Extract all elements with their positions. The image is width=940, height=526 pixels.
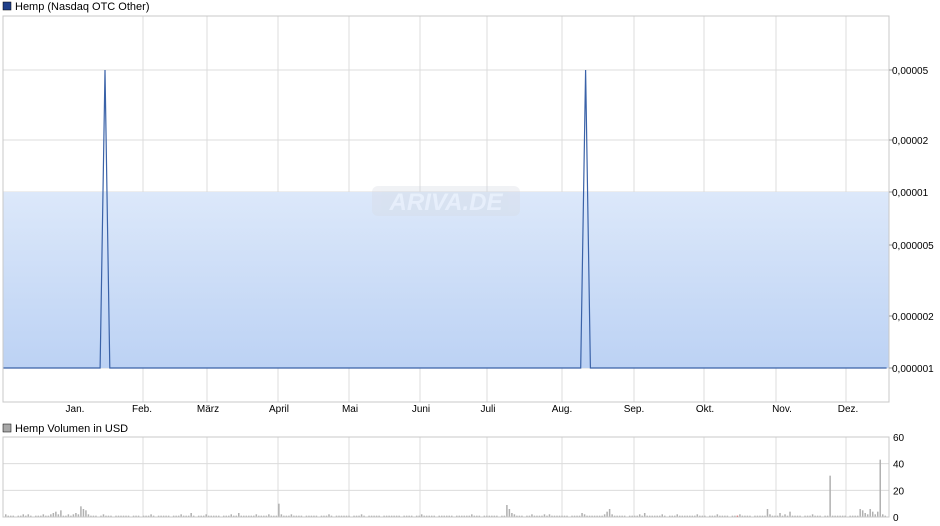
volume-bar-345 — [869, 509, 871, 517]
price-ytick-label-5: 0,000001 — [892, 364, 934, 375]
price-xtick-label-3: April — [269, 404, 289, 415]
price-xtick-label-7: Aug. — [552, 404, 573, 415]
volume-bar-349 — [879, 459, 881, 517]
svg-text:ARIVA.DE: ARIVA.DE — [389, 189, 504, 216]
price-legend-swatch — [2, 1, 12, 11]
volume-bar-240 — [606, 511, 608, 517]
volume-bar-230 — [581, 513, 583, 517]
price-xtick-label-9: Okt. — [696, 404, 714, 415]
price-ytick-label-4: 0,000002 — [892, 312, 934, 323]
volume-bar-343 — [864, 513, 866, 517]
volume-bar-341 — [859, 509, 861, 517]
price-xtick-label-6: Juli — [480, 404, 495, 415]
price-y-axis: 0,00005 0,00002 0,00001 0,000005 0,000002 0,0… — [889, 66, 934, 375]
price-legend: Hemp (Nasdaq OTC Other) — [2, 1, 149, 13]
volume-ytick-label-1: 40 — [893, 460, 905, 471]
price-ytick-label-1: 0,00002 — [892, 136, 929, 147]
price-xtick-label-0: Jan. — [66, 404, 85, 415]
volume-bar-28 — [75, 513, 77, 517]
volume-bar-348 — [876, 511, 879, 517]
volume-legend-swatch — [2, 423, 12, 433]
price-x-axis: Jan. Feb. März April Mai Juni Juli Aug. Sep. Okt.… — [66, 404, 859, 415]
price-ytick-label-3: 0,000005 — [892, 241, 934, 252]
volume-grid — [3, 436, 889, 518]
volume-bar-22 — [60, 510, 62, 517]
volume-ytick-label-0: 60 — [893, 433, 905, 444]
chart-root: Hemp (Nasdaq OTC Other) 0,000050,000020,… — [2, 1, 934, 524]
price-xtick-label-11: Dez. — [838, 404, 859, 415]
volume-bar-304 — [766, 509, 769, 517]
volume-bar-32 — [85, 510, 87, 517]
volume-bar-19 — [52, 513, 55, 517]
volume-plot-area: 60 40 20 0 — [2, 433, 905, 524]
price-shaded-band — [3, 192, 889, 368]
volume-bar-30 — [80, 506, 82, 517]
volume-bar-109 — [278, 503, 280, 517]
volume-bar-200 — [506, 505, 508, 517]
volume-ytick-label-2: 20 — [893, 486, 905, 497]
price-ytick-label-0: 0,00005 — [892, 66, 929, 77]
price-xtick-label-4: Mai — [342, 404, 358, 415]
volume-bar-309 — [779, 513, 781, 517]
volume-ytick-label-3: 0 — [893, 513, 899, 524]
price-xtick-label-2: März — [197, 404, 219, 415]
volume-bar-202 — [511, 513, 513, 517]
volume-bar-255 — [643, 513, 646, 517]
volume-bar-31 — [82, 509, 85, 517]
volume-bar-346 — [871, 511, 874, 517]
volume-frame — [2, 436, 890, 518]
volume-bar-201 — [508, 509, 511, 517]
volume-bar-313 — [789, 511, 791, 517]
volume-bar-74 — [190, 513, 192, 517]
volume-bar-241 — [608, 509, 611, 517]
price-legend-label: Hemp (Nasdaq OTC Other) — [15, 1, 149, 13]
volume-bar-329 — [829, 475, 831, 517]
volume-bar-342 — [861, 510, 864, 517]
price-xtick-label-5: Juni — [412, 404, 430, 415]
ariva-watermark: ARIVA.DE — [372, 186, 520, 216]
price-xtick-label-10: Nov. — [772, 404, 792, 415]
price-xtick-label-8: Sep. — [624, 404, 645, 415]
volume-legend-label: Hemp Volumen in USD — [15, 423, 128, 435]
price-xtick-label-1: Feb. — [132, 404, 152, 415]
volume-bars — [5, 459, 886, 517]
volume-y-axis: 60 40 20 0 — [893, 433, 905, 524]
volume-bar-93 — [238, 513, 240, 517]
price-ytick-label-2: 0,00001 — [892, 188, 929, 199]
volume-legend: Hemp Volumen in USD — [2, 423, 128, 435]
volume-bar-20 — [55, 511, 57, 517]
